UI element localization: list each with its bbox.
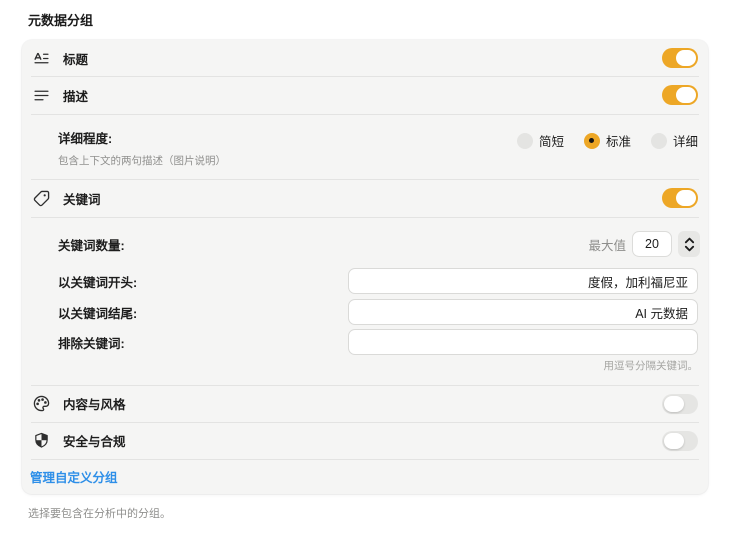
detail-option-1[interactable]: 标准 bbox=[583, 131, 631, 150]
toggle-knob bbox=[676, 190, 696, 206]
group-label-content-style: 内容与风格 bbox=[63, 398, 126, 412]
tag-icon bbox=[33, 190, 50, 207]
detail-option-0[interactable]: 简短 bbox=[516, 131, 564, 150]
toggle-knob bbox=[676, 87, 696, 103]
group-label-safety: 安全与合规 bbox=[63, 435, 126, 449]
keyword-count-input[interactable] bbox=[632, 231, 672, 257]
keyword-hint: 用逗号分隔关键词。 bbox=[603, 360, 699, 372]
title-toggle[interactable] bbox=[662, 48, 698, 68]
group-label-title: 标题 bbox=[63, 52, 89, 67]
keyword-count-label: 关键词数量: bbox=[58, 238, 125, 253]
radio-label: 简短 bbox=[538, 135, 564, 149]
detail-level-label: 详细程度: bbox=[58, 132, 113, 146]
detail-level-row: 详细程度: 包含上下文的两句描述（图片说明） 简短 标准 详细 bbox=[22, 114, 708, 179]
chevron-up-icon bbox=[684, 237, 694, 243]
content-style-toggle[interactable] bbox=[662, 393, 698, 414]
groups-card: 标题 描述 详细程度: 包含上下文的两句描述（图片说明） 简短 标准 详细 关键… bbox=[22, 40, 708, 494]
detail-level-radios: 简短 标准 详细 bbox=[516, 131, 698, 150]
keyword-count-stepper[interactable] bbox=[678, 231, 700, 257]
toggle-knob bbox=[664, 432, 684, 449]
group-label-description: 描述 bbox=[63, 89, 89, 104]
description-toggle[interactable] bbox=[662, 85, 698, 105]
max-value-label: 最大值 bbox=[588, 238, 626, 253]
toggle-knob bbox=[676, 50, 696, 66]
page-title: 元数据分组 bbox=[28, 13, 94, 28]
keyword-count-controls: 最大值 bbox=[588, 231, 700, 257]
radio-icon[interactable] bbox=[516, 132, 533, 149]
manage-custom-groups-link[interactable]: 管理自定义分组 bbox=[30, 467, 118, 486]
group-row-description: 描述 bbox=[22, 76, 708, 114]
group-row-keywords: 关键词 bbox=[22, 179, 708, 217]
start-with-label: 以关键词开头: bbox=[58, 275, 138, 290]
safety-toggle[interactable] bbox=[662, 430, 698, 451]
align-left-icon bbox=[33, 87, 50, 104]
group-row-content-style: 内容与风格 bbox=[22, 385, 708, 422]
keywords-toggle[interactable] bbox=[662, 188, 698, 208]
keyword-settings-section: 关键词数量: 最大值 以关键词开头: 以关键词结尾: 排除关键词: 用逗号分隔关… bbox=[22, 217, 708, 385]
exclude-label: 排除关键词: bbox=[58, 336, 125, 351]
exclude-input[interactable] bbox=[348, 329, 698, 355]
end-with-label: 以关键词结尾: bbox=[58, 306, 138, 321]
radio-icon[interactable] bbox=[650, 132, 667, 149]
footer-note: 选择要包含在分析中的分组。 bbox=[28, 508, 171, 520]
radio-label: 详细 bbox=[672, 135, 698, 149]
palette-icon bbox=[33, 395, 50, 412]
detail-option-2[interactable]: 详细 bbox=[650, 131, 698, 150]
radio-label: 标准 bbox=[605, 135, 631, 149]
detail-level-text: 详细程度: 包含上下文的两句描述（图片说明） bbox=[58, 128, 226, 168]
group-row-safety: 安全与合规 bbox=[22, 422, 708, 459]
group-label-keywords: 关键词 bbox=[63, 192, 101, 207]
toggle-knob bbox=[664, 395, 684, 412]
shield-icon bbox=[33, 432, 50, 449]
end-with-input[interactable] bbox=[348, 299, 698, 325]
chevron-down-icon bbox=[684, 245, 694, 251]
letter-text-icon bbox=[33, 50, 50, 67]
detail-level-description: 包含上下文的两句描述（图片说明） bbox=[58, 155, 226, 167]
radio-selected-icon[interactable] bbox=[583, 132, 600, 149]
manage-link-row: 管理自定义分组 bbox=[22, 459, 708, 494]
group-row-title: 标题 bbox=[22, 40, 708, 76]
start-with-input[interactable] bbox=[348, 268, 698, 294]
metadata-groups-page: 元数据分组 标题 描述 详细程度: 包含上下文的两句描述（图片说明） 简短 标准… bbox=[0, 0, 730, 550]
